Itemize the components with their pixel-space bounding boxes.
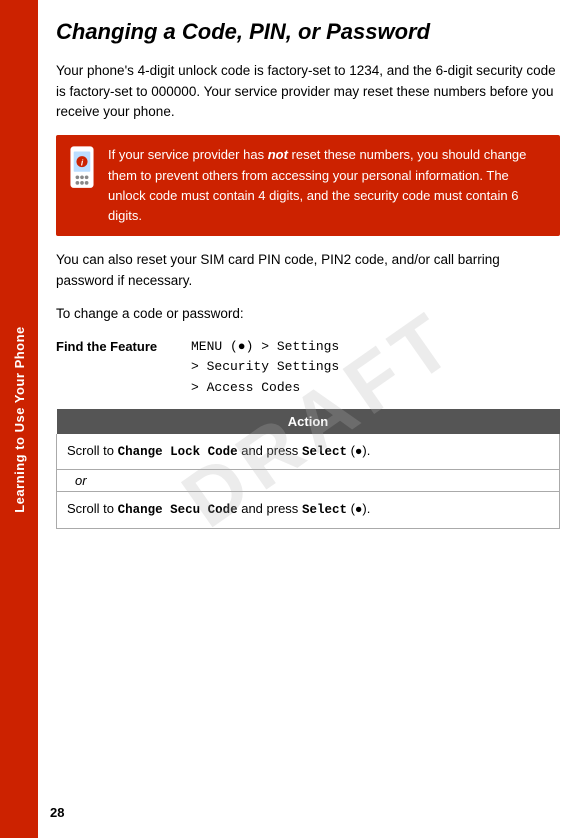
feature-label: Find the Feature — [56, 337, 191, 354]
feature-line-3: > Access Codes — [191, 378, 339, 399]
change-secu-code: Change Secu Code — [118, 503, 238, 517]
info-box: i If your service provider has not reset… — [56, 135, 560, 236]
action-row-or: or — [57, 470, 560, 492]
phone-icon: i — [64, 143, 100, 195]
intro-paragraph: Your phone's 4-digit unlock code is fact… — [56, 61, 560, 124]
select-circle-1: ● — [355, 445, 363, 459]
feature-line-1: MENU (●) > Settings — [191, 337, 339, 358]
action-cell-1: Scroll to Change Lock Code and press Sel… — [57, 434, 560, 470]
info-text-italic: not — [268, 147, 288, 162]
feature-row: Find the Feature MENU (●) > Settings > S… — [56, 337, 560, 399]
main-content: Changing a Code, PIN, or Password Your p… — [38, 0, 582, 838]
action-cell-2: Scroll to Change Secu Code and press Sel… — [57, 492, 560, 528]
change-lock-code: Change Lock Code — [118, 445, 238, 459]
body-paragraph-2: You can also reset your SIM card PIN cod… — [56, 250, 560, 292]
body-paragraph-3: To change a code or password: — [56, 304, 560, 325]
action-header: Action — [57, 409, 560, 434]
info-box-text: If your service provider has not reset t… — [108, 145, 546, 226]
select-2: Select — [302, 503, 347, 517]
select-1: Select — [302, 445, 347, 459]
action-row-1: Scroll to Change Lock Code and press Sel… — [57, 434, 560, 470]
feature-value: MENU (●) > Settings > Security Settings … — [191, 337, 339, 399]
find-feature-table: Find the Feature MENU (●) > Settings > S… — [56, 337, 560, 399]
page-title: Changing a Code, PIN, or Password — [56, 18, 560, 47]
feature-line-2: > Security Settings — [191, 357, 339, 378]
page-number: 28 — [50, 805, 64, 820]
action-or: or — [57, 470, 560, 492]
action-row-2: Scroll to Change Secu Code and press Sel… — [57, 492, 560, 528]
sidebar: Learning to Use Your Phone — [0, 0, 38, 838]
select-circle-2: ● — [355, 503, 363, 517]
action-table: Action Scroll to Change Lock Code and pr… — [56, 409, 560, 529]
sidebar-label: Learning to Use Your Phone — [12, 326, 27, 513]
info-text-before: If your service provider has — [108, 147, 268, 162]
